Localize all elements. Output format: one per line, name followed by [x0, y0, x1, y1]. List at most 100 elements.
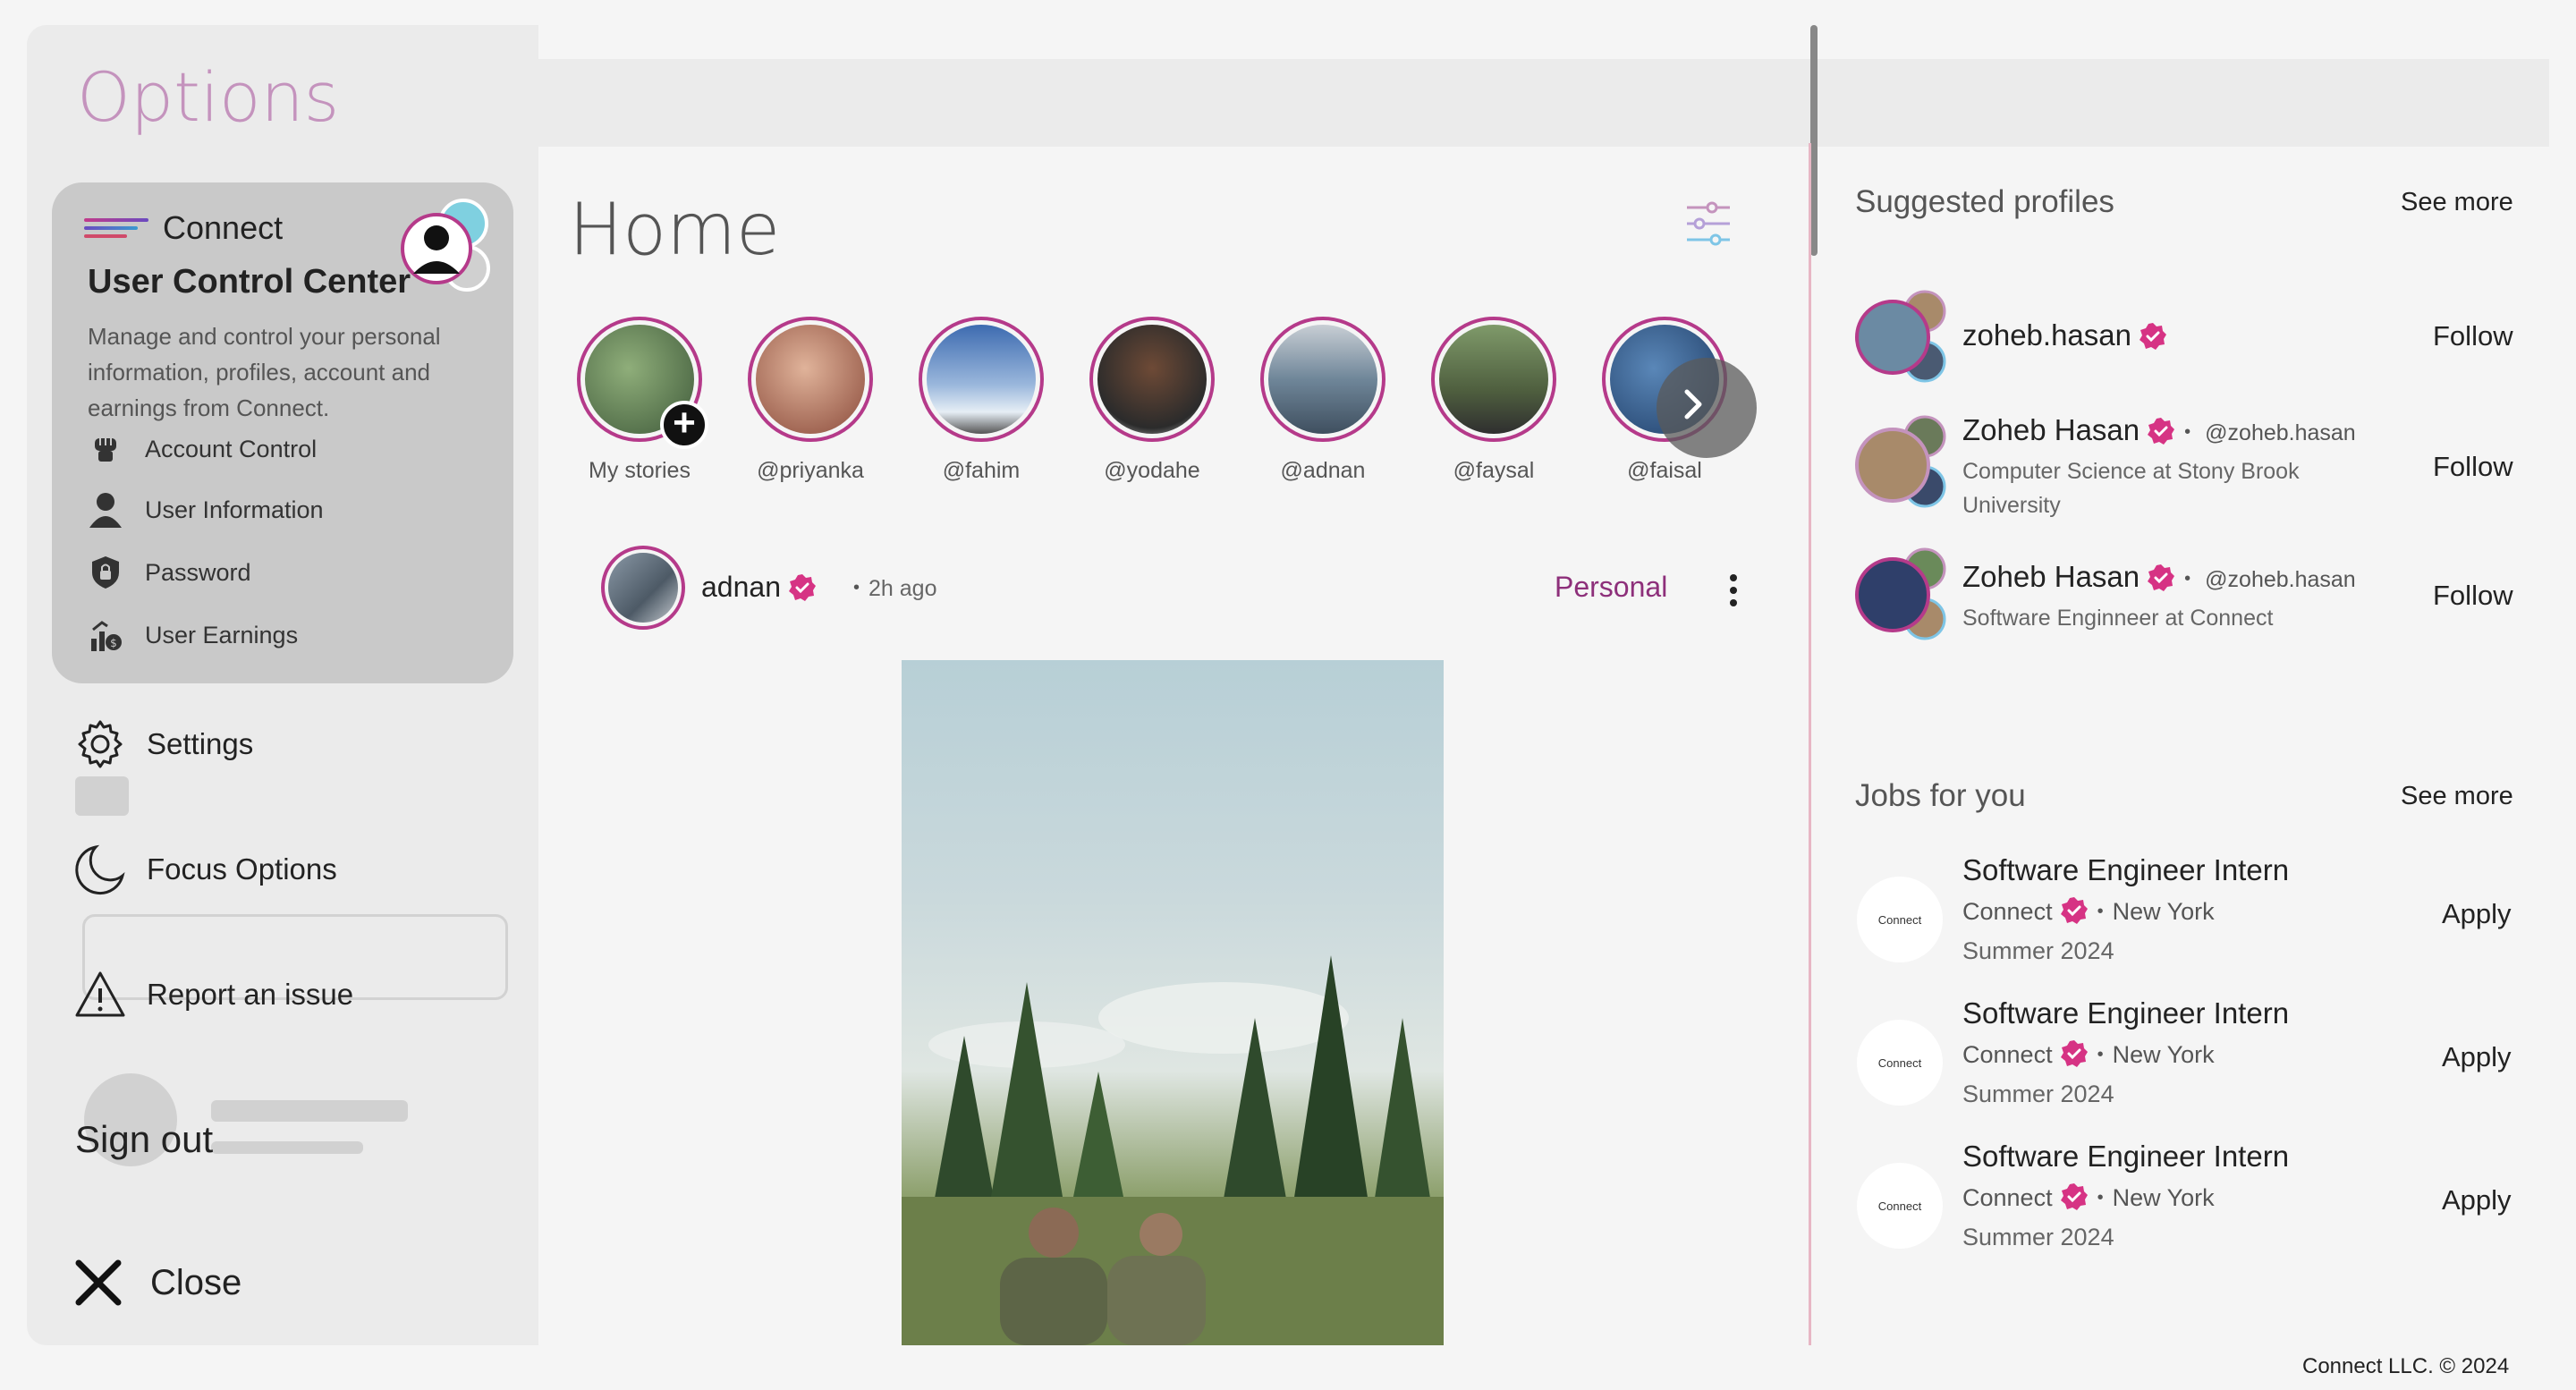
story-my-stories[interactable]: + My stories: [572, 317, 708, 484]
post-image[interactable]: [902, 660, 1444, 1345]
job-location: New York: [2112, 1184, 2215, 1211]
profile-name-text: Zoheb Hasan: [1962, 560, 2140, 593]
jobs-see-more-link[interactable]: See more: [2401, 782, 2513, 811]
apply-button[interactable]: Apply: [2442, 898, 2512, 930]
post-category-tag[interactable]: Personal: [1555, 571, 1667, 604]
scrollbar-thumb[interactable]: [1810, 25, 1818, 256]
job-meta: Connect • New York: [1962, 1182, 2215, 1212]
user-information-item[interactable]: User Information: [86, 490, 324, 530]
company-logo: Connect: [1857, 1020, 1943, 1106]
post-username-text: adnan: [701, 571, 781, 603]
story-ring: [1260, 317, 1385, 442]
suggested-see-more-link[interactable]: See more: [2401, 188, 2513, 217]
story-ring: [919, 317, 1044, 442]
story-name: @faysal: [1453, 458, 1535, 483]
job-company: Connect: [1962, 1041, 2053, 1068]
story-avatar: [1439, 325, 1548, 434]
user-earnings-item[interactable]: $ User Earnings: [86, 615, 298, 655]
separator-dot: •: [853, 578, 860, 598]
profile-name: zoheb.hasan: [1962, 318, 2167, 352]
footer-copyright: Connect LLC. © 2024: [2302, 1354, 2510, 1378]
job-title: Software Engineer Intern: [1962, 996, 2290, 1030]
suggested-profile-item[interactable]: Zoheb Hasan • @zoheb.hasan Computer Scienc…: [1853, 413, 2533, 530]
user-control-center-card[interactable]: Connect User Control Center Manage and c…: [52, 182, 513, 683]
focus-options-link[interactable]: Focus Options: [73, 843, 337, 896]
settings-link[interactable]: Settings: [73, 717, 253, 771]
profile-avatar-stack: [1855, 547, 1946, 640]
follow-button[interactable]: Follow: [2433, 320, 2513, 352]
story-faysal[interactable]: @faysal: [1427, 317, 1561, 484]
suggested-profile-item[interactable]: Zoheb Hasan • @zoheb.hasan Software Enginn…: [1853, 546, 2533, 644]
company-logo-text: Connect: [1877, 912, 1922, 927]
job-listing[interactable]: Connect Software Engineer Intern Connect…: [1857, 853, 2537, 987]
job-location: New York: [2112, 1041, 2215, 1068]
add-story-icon[interactable]: +: [660, 401, 708, 449]
story-name: @priyanka: [757, 458, 864, 483]
job-company: Connect: [1962, 1184, 2053, 1211]
verified-badge-icon: [2140, 323, 2166, 350]
filter-sliders-icon[interactable]: [1682, 197, 1735, 250]
suggested-profile-item[interactable]: zoheb.hasan: [1853, 288, 2533, 386]
apply-button[interactable]: Apply: [2442, 1184, 2512, 1216]
stories-next-button[interactable]: [1657, 358, 1757, 458]
profile-subtitle: Software Enginneer at Connect: [1962, 606, 2274, 631]
fist-icon: [86, 429, 125, 469]
focus-options-label: Focus Options: [147, 852, 337, 886]
password-item[interactable]: Password: [86, 553, 251, 592]
verified-badge-icon: [2060, 1040, 2088, 1067]
story-name: @yodahe: [1104, 458, 1200, 483]
account-control-item[interactable]: Account Control: [86, 429, 317, 469]
story-priyanka[interactable]: @priyanka: [743, 317, 877, 484]
follow-button[interactable]: Follow: [2433, 451, 2513, 483]
lock-shield-icon: [86, 553, 125, 592]
job-season: Summer 2024: [1962, 1081, 2114, 1107]
story-name: @adnan: [1280, 458, 1366, 483]
apply-button[interactable]: Apply: [2442, 1041, 2512, 1073]
top-band: [537, 59, 2549, 147]
post-time-text: 2h ago: [869, 576, 937, 601]
verified-badge-icon: [2148, 418, 2175, 445]
jobs-title: Jobs for you: [1855, 778, 2026, 813]
company-logo: Connect: [1857, 1163, 1943, 1249]
story-fahim[interactable]: @fahim: [914, 317, 1048, 484]
page-title: Home: [569, 188, 781, 271]
settings-label: Settings: [147, 727, 254, 760]
verified-badge-icon: [2060, 897, 2088, 924]
profile-handle: @zoheb.hasan: [2205, 420, 2356, 445]
faded-clips-item: [72, 771, 304, 821]
profile-name-text: zoheb.hasan: [1962, 318, 2131, 352]
connect-brand: Connect: [163, 209, 284, 246]
job-listing[interactable]: Connect Software Engineer Intern Connect…: [1857, 1140, 2537, 1274]
stacked-avatars-icon: [401, 199, 490, 292]
story-avatar: [927, 325, 1036, 434]
verified-badge-icon: [2148, 564, 2175, 591]
job-listing[interactable]: Connect Software Engineer Intern Connect…: [1857, 996, 2537, 1131]
separator-dot: •: [2097, 1188, 2104, 1208]
post-avatar-image: [608, 553, 678, 623]
close-button[interactable]: Close: [73, 1258, 242, 1308]
separator-dot: •: [2184, 422, 2191, 442]
story-adnan[interactable]: @adnan: [1256, 317, 1390, 484]
moon-icon: [73, 843, 127, 896]
svg-text:$: $: [110, 637, 117, 649]
post-username[interactable]: adnan: [701, 571, 817, 604]
story-name: @fahim: [942, 458, 1021, 483]
gear-icon: [73, 717, 127, 771]
profile-name-text: Zoheb Hasan: [1962, 413, 2140, 446]
follow-button[interactable]: Follow: [2433, 580, 2513, 612]
separator-dot: •: [2097, 902, 2104, 921]
story-avatar: [756, 325, 865, 434]
profile-name: Zoheb Hasan • @zoheb.hasan: [1962, 560, 2356, 594]
report-issue-link[interactable]: Report an issue: [73, 968, 353, 1021]
story-yodahe[interactable]: @yodahe: [1085, 317, 1219, 484]
profile-handle: @zoheb.hasan: [2205, 567, 2356, 592]
close-icon: [75, 1259, 122, 1306]
company-logo-text: Connect: [1877, 1055, 1922, 1070]
post-avatar[interactable]: [601, 546, 685, 630]
company-logo-text: Connect: [1877, 1199, 1922, 1213]
post-header: adnan • 2h ago Personal: [601, 546, 1764, 631]
story-avatar: [1268, 325, 1377, 434]
sign-out-button[interactable]: Sign out: [75, 1118, 213, 1161]
job-company: Connect: [1962, 898, 2053, 925]
more-vertical-icon[interactable]: [1728, 572, 1739, 608]
